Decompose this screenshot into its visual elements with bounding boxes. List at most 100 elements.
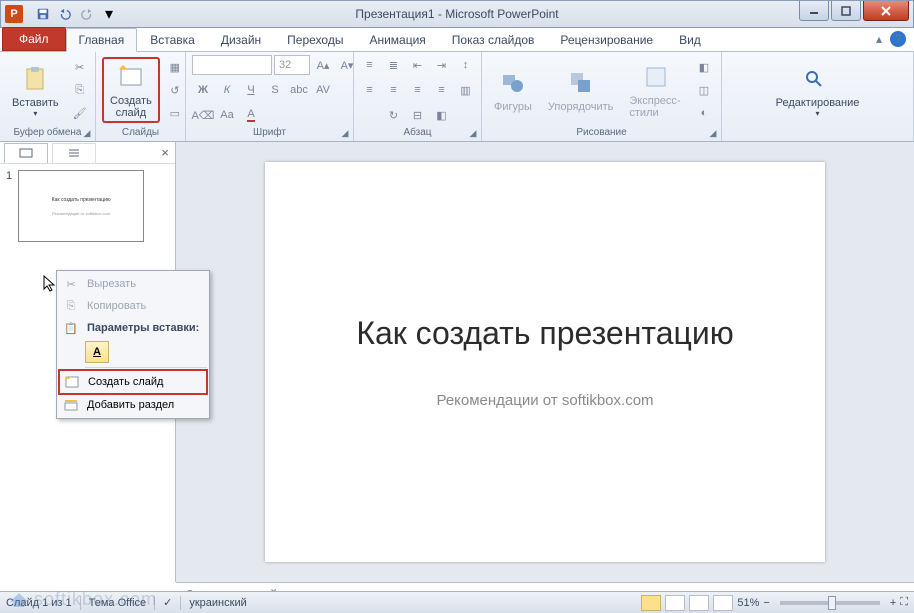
thumbnails-tab[interactable] <box>4 143 48 163</box>
layout-icon[interactable]: ▦ <box>164 56 186 78</box>
shape-effects-icon[interactable]: ◐ <box>693 102 715 124</box>
quick-styles-label: Экспресс-стили <box>629 95 683 119</box>
redo-icon[interactable] <box>77 4 97 24</box>
grow-font-icon[interactable]: A▴ <box>312 54 334 76</box>
slide-title-text[interactable]: Как создать презентацию <box>356 315 733 352</box>
shadow-icon[interactable]: abc <box>288 79 310 101</box>
slide-thumbnail[interactable]: Как создать презентацию Рекомендации от … <box>18 170 144 242</box>
zoom-in-button[interactable]: + <box>890 597 896 609</box>
file-tab[interactable]: Файл <box>2 27 66 51</box>
tab-design[interactable]: Дизайн <box>208 28 274 51</box>
close-button[interactable] <box>863 1 909 21</box>
font-name-input[interactable] <box>192 55 272 75</box>
increase-indent-icon[interactable]: ⇥ <box>431 54 453 76</box>
align-text-icon[interactable]: ⊟ <box>407 104 429 126</box>
paragraph-dialog-launcher[interactable]: ◢ <box>467 127 479 139</box>
align-center-icon[interactable]: ≡ <box>383 79 405 101</box>
clipboard-dialog-launcher[interactable]: ◢ <box>81 127 93 139</box>
columns-icon[interactable]: ▥ <box>455 79 477 101</box>
section-icon[interactable]: ▭ <box>164 102 186 124</box>
text-direction-icon[interactable]: ↻ <box>383 104 405 126</box>
shape-outline-icon[interactable]: ◫ <box>693 79 715 101</box>
zoom-slider[interactable] <box>780 601 880 605</box>
panel-close-icon[interactable]: × <box>161 145 169 160</box>
smartart-icon[interactable]: ◧ <box>431 104 453 126</box>
section-icon <box>63 397 79 413</box>
bullets-icon[interactable]: ≡ <box>359 54 381 76</box>
format-painter-icon[interactable]: 🖌 <box>69 102 91 124</box>
tab-review[interactable]: Рецензирование <box>547 28 666 51</box>
zoom-value[interactable]: 51% <box>737 597 759 609</box>
new-slide-button[interactable]: Создать слайд <box>102 57 160 123</box>
normal-view-button[interactable] <box>641 595 661 611</box>
justify-icon[interactable]: ≡ <box>431 79 453 101</box>
cursor-icon <box>43 275 57 296</box>
strike-icon[interactable]: S <box>264 79 286 101</box>
minimize-ribbon-icon[interactable]: ▴ <box>876 32 882 46</box>
underline-icon[interactable]: Ч <box>240 79 262 101</box>
quick-styles-button[interactable]: Экспресс-стили <box>623 59 689 121</box>
char-spacing-icon[interactable]: AV <box>312 79 334 101</box>
bold-icon[interactable]: Ж <box>192 79 214 101</box>
minimize-button[interactable] <box>799 1 829 21</box>
panel-tabs: × <box>0 142 175 164</box>
align-left-icon[interactable]: ≡ <box>359 79 381 101</box>
shapes-button[interactable]: Фигуры <box>488 65 538 115</box>
new-slide-label: Создать слайд <box>110 95 152 119</box>
group-editing-spacer <box>728 126 907 139</box>
arrange-label: Упорядочить <box>548 101 613 113</box>
slide-area[interactable]: Как создать презентацию Рекомендации от … <box>176 142 914 582</box>
tab-transitions[interactable]: Переходы <box>274 28 356 51</box>
new-slide-icon <box>115 61 147 93</box>
window-controls <box>799 1 913 21</box>
ctx-new-slide[interactable]: Создать слайд <box>58 369 208 395</box>
drawing-dialog-launcher[interactable]: ◢ <box>707 127 719 139</box>
outline-tab[interactable] <box>52 143 96 163</box>
shape-fill-icon[interactable]: ◧ <box>693 56 715 78</box>
change-case-icon[interactable]: Aa <box>216 104 238 126</box>
tab-home[interactable]: Главная <box>66 28 138 52</box>
cut-icon[interactable]: ✂ <box>69 56 91 78</box>
tab-animation[interactable]: Анимация <box>356 28 438 51</box>
slide-subtitle-text[interactable]: Рекомендации от softikbox.com <box>436 392 653 409</box>
slideshow-view-button[interactable] <box>713 595 733 611</box>
italic-icon[interactable]: К <box>216 79 238 101</box>
font-size-input[interactable] <box>274 55 310 75</box>
maximize-button[interactable] <box>831 1 861 21</box>
decrease-indent-icon[interactable]: ⇤ <box>407 54 429 76</box>
paste-button[interactable]: Вставить ▾ <box>6 61 65 120</box>
tab-view[interactable]: Вид <box>666 28 714 51</box>
save-icon[interactable] <box>33 4 53 24</box>
font-dialog-launcher[interactable]: ◢ <box>339 127 351 139</box>
thumbnail-area[interactable]: 1 Как создать презентацию Рекомендации о… <box>0 164 175 248</box>
copy-icon[interactable]: ⎘ <box>69 79 91 101</box>
clear-format-icon[interactable]: A⌫ <box>192 104 214 126</box>
fit-to-window-button[interactable]: ⛶ <box>900 596 908 609</box>
zoom-out-button[interactable]: − <box>763 597 769 609</box>
paste-keep-formatting-button[interactable]: A <box>85 341 109 363</box>
arrange-button[interactable]: Упорядочить <box>542 65 619 115</box>
help-icon[interactable]: ? <box>890 31 906 47</box>
font-color-icon[interactable]: A <box>240 104 262 126</box>
tab-slideshow[interactable]: Показ слайдов <box>439 28 548 51</box>
sorter-view-button[interactable] <box>665 595 685 611</box>
ctx-add-section[interactable]: Добавить раздел <box>59 394 207 416</box>
qat-more-icon[interactable]: ▾ <box>99 4 119 24</box>
align-right-icon[interactable]: ≡ <box>407 79 429 101</box>
spell-check-icon[interactable]: ✓ <box>163 596 172 609</box>
ctx-cut: ✂ Вырезать <box>59 273 207 295</box>
paste-icon <box>19 63 51 95</box>
undo-icon[interactable] <box>55 4 75 24</box>
editing-button[interactable]: Редактирование ▾ <box>770 61 866 120</box>
line-spacing-icon[interactable]: ↕ <box>455 54 477 76</box>
shapes-label: Фигуры <box>494 101 532 113</box>
reading-view-button[interactable] <box>689 595 709 611</box>
status-language[interactable]: украинский <box>189 597 246 609</box>
reset-icon[interactable]: ↺ <box>164 79 186 101</box>
copy-icon: ⎘ <box>63 298 79 314</box>
editing-label: Редактирование <box>776 97 860 109</box>
ctx-paste-header: 📋 Параметры вставки: <box>59 317 207 339</box>
slide[interactable]: Как создать презентацию Рекомендации от … <box>265 162 825 562</box>
numbering-icon[interactable]: ≣ <box>383 54 405 76</box>
tab-insert[interactable]: Вставка <box>137 28 208 51</box>
